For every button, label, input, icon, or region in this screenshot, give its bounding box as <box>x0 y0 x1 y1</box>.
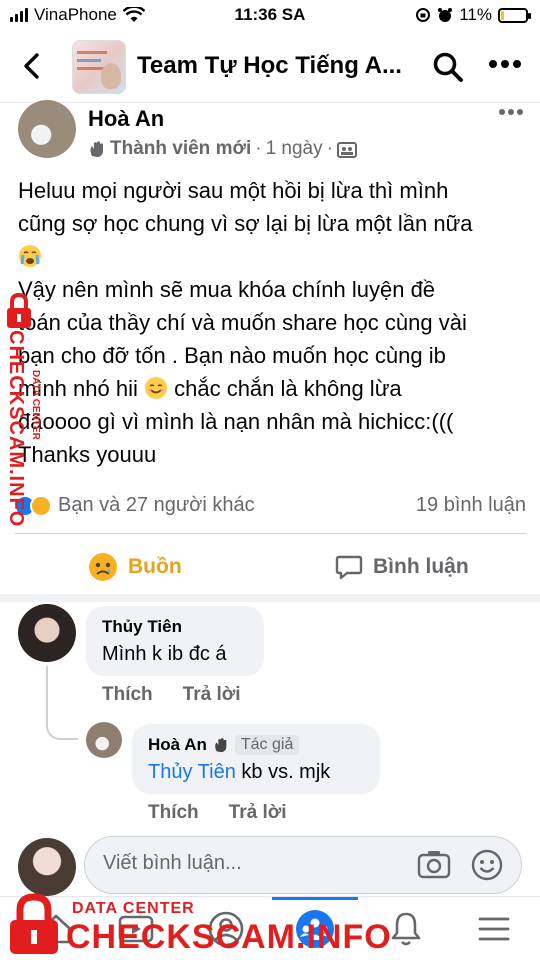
reply-author[interactable]: Hoà An <box>148 735 207 755</box>
reply-avatar[interactable] <box>86 722 122 758</box>
meta-separator: · <box>255 138 262 159</box>
post-line: cũng sợ học chung vì sợ lại bị lừa một l… <box>18 211 473 236</box>
reply-bubble[interactable]: Hoà An Tác giả Thủy Tiên kb vs. mjk <box>132 724 380 794</box>
group-header: Team Tự Học Tiếng A... <box>0 32 540 100</box>
reactions-count[interactable]: Bạn và 27 người khác <box>58 494 255 517</box>
post-line: mình nhó hii chắc chắn là không lừa <box>18 376 402 401</box>
reply-like-button[interactable]: Thích <box>148 802 199 824</box>
sad-reaction-button[interactable]: Buồn <box>88 548 182 586</box>
header-divider <box>0 102 540 103</box>
comment-button[interactable]: Bình luận <box>335 548 469 586</box>
sad-label: Buồn <box>128 555 182 578</box>
wave-hand-icon <box>90 141 103 157</box>
comment-bubble-icon <box>335 555 363 580</box>
post-line <box>18 240 533 273</box>
comment-avatar[interactable] <box>18 604 76 662</box>
reactions-summary[interactable]: Bạn và 27 người khác 19 bình luận <box>14 490 526 520</box>
watermark-side-text: CHECKSCAM.INFO <box>5 330 27 528</box>
reply-actions: Thích Trả lời <box>148 802 287 824</box>
comment-actions: Thích Trả lời <box>102 684 241 706</box>
mention-link[interactable]: Thủy Tiên <box>148 761 236 783</box>
sad-reaction-icon <box>30 495 52 517</box>
reply-author-row: Hoà An Tác giả <box>148 735 364 755</box>
watermark-lock-icon <box>7 292 31 328</box>
wave-hand-icon <box>215 738 227 753</box>
comments-count[interactable]: 19 bình luận <box>416 494 526 517</box>
author-badge: Tác giả <box>234 735 300 755</box>
comment-author[interactable]: Thủy Tiên <box>102 617 248 637</box>
emoji-icon[interactable] <box>471 849 503 881</box>
group-privacy-icon <box>336 142 357 158</box>
group-cover-thumbnail[interactable] <box>72 40 126 94</box>
watermark-big-text: CHECKSCAM.INFO <box>66 918 392 956</box>
reply-thread-line <box>46 666 78 740</box>
post-more-icon[interactable] <box>498 108 524 116</box>
comment-placeholder: Viết bình luận... <box>103 852 242 874</box>
post-line: bạn cho đỡ tốn . Bạn nào muốn học cùng i… <box>18 343 446 368</box>
post-line: đâoooo gì vì mình là nạn nhân mà hichicc… <box>18 409 454 434</box>
crying-emoji-icon <box>19 245 41 267</box>
back-arrow-icon[interactable] <box>20 52 44 80</box>
post-line: Thanks youuu <box>18 442 157 467</box>
meta-separator-2: · <box>326 138 333 159</box>
group-title[interactable]: Team Tự Học Tiếng A... <box>137 52 402 80</box>
rotation-lock-icon <box>416 8 431 22</box>
camera-icon[interactable] <box>417 849 451 879</box>
tab-menu[interactable] <box>472 907 516 951</box>
post-author-name[interactable]: Hoà An <box>88 106 164 132</box>
battery-icon <box>498 7 531 23</box>
section-divider <box>0 594 540 602</box>
watermark-small-text: DATA CENTER <box>72 900 195 917</box>
comment-bubble[interactable]: Thủy Tiên Mình k ib đc á <box>86 606 264 676</box>
reply-reply-button[interactable]: Trả lời <box>229 802 287 824</box>
comment-like-button[interactable]: Thích <box>102 684 153 706</box>
status-bar: VinaPhone 11:36 SA 11% <box>0 0 540 30</box>
post-text: Heluu mọi người sau một hồi bị lừa thì m… <box>18 174 533 471</box>
battery-percent: 11% <box>459 5 492 24</box>
more-options-icon[interactable] <box>488 59 522 69</box>
reply-text: Thủy Tiên kb vs. mjk <box>148 761 331 783</box>
watermark-lock-icon <box>10 893 58 954</box>
status-right: 11% <box>415 5 531 25</box>
post-meta: Thành viên mới · 1 ngày · <box>88 138 357 160</box>
comment-label: Bình luận <box>373 555 469 578</box>
sad-face-icon <box>89 553 117 581</box>
post-line: Heluu mọi người sau một hồi bị lừa thì m… <box>18 178 449 203</box>
alarm-icon <box>438 8 453 22</box>
hamburger-menu-icon <box>478 917 510 941</box>
bell-icon <box>391 912 421 946</box>
actions-divider <box>14 533 526 534</box>
post-author-avatar[interactable] <box>18 100 76 158</box>
watermark-side-small: DATA CENTER <box>30 370 41 440</box>
search-icon[interactable] <box>432 51 464 83</box>
watermark-bottom: DATA CENTER CHECKSCAM.INFO <box>6 888 391 958</box>
smile-emoji-icon <box>144 377 167 399</box>
comment-reply-button[interactable]: Trả lời <box>183 684 241 706</box>
post-time[interactable]: 1 ngày <box>266 138 323 160</box>
post-line: Vậy nên mình sẽ mua khóa chính luyện đề <box>18 277 436 302</box>
post-line: toán của thầy chí và muốn share học cùng… <box>18 310 467 335</box>
comment-text: Mình k ib đc á <box>102 643 227 665</box>
comment-input[interactable]: Viết bình luận... <box>84 836 522 894</box>
member-role[interactable]: Thành viên mới <box>110 138 251 160</box>
